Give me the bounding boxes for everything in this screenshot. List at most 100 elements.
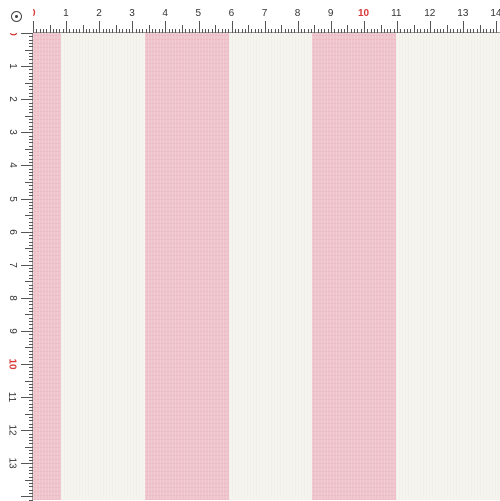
- left-ruler-label: 10: [7, 358, 17, 369]
- top-ruler-label: 8: [295, 9, 301, 19]
- ruler-tick: [460, 29, 461, 33]
- ruler-tick: [251, 29, 252, 33]
- ruler-tick: [21, 463, 33, 464]
- ruler-tick: [25, 314, 33, 315]
- ruler-tick: [185, 29, 186, 33]
- ruler-tick: [25, 414, 33, 415]
- ruler-tick: [146, 29, 147, 33]
- ruler-tick: [29, 202, 33, 203]
- ruler-tick: [29, 146, 33, 147]
- ruler-tick: [29, 324, 33, 325]
- ruler-tick: [29, 420, 33, 421]
- ruler-tick: [29, 43, 33, 44]
- ruler-tick: [29, 387, 33, 388]
- ruler-tick: [179, 29, 180, 33]
- ruler-tick: [218, 29, 219, 33]
- ruler-tick: [29, 493, 33, 494]
- ruler-tick: [29, 434, 33, 435]
- ruler-tick: [29, 377, 33, 378]
- ruler-tick: [29, 318, 33, 319]
- ruler-tick: [29, 245, 33, 246]
- ruler-tick: [450, 29, 451, 33]
- ruler-tick: [225, 29, 226, 33]
- ruler-tick: [29, 453, 33, 454]
- ruler-tick: [29, 172, 33, 173]
- ruler-tick: [189, 29, 190, 33]
- ruler-tick: [29, 129, 33, 130]
- ruler-tick: [496, 21, 497, 33]
- ruler-tick: [149, 25, 150, 33]
- ruler-tick: [377, 29, 378, 33]
- ruler-tick: [21, 496, 33, 497]
- top-ruler-label: 1: [63, 9, 69, 19]
- ruler-tick: [437, 29, 438, 33]
- ruler-tick: [29, 288, 33, 289]
- ruler-tick: [29, 126, 33, 127]
- ruler-tick: [29, 486, 33, 487]
- ruler-tick: [29, 255, 33, 256]
- ruler-tick: [414, 25, 415, 33]
- ruler-tick: [25, 83, 33, 84]
- ruler-tick: [152, 29, 153, 33]
- ruler-tick: [331, 21, 332, 33]
- ruler-tick: [29, 109, 33, 110]
- ruler-tick: [29, 400, 33, 401]
- ruler-tick: [36, 29, 37, 33]
- cream-stripe: [229, 33, 312, 500]
- left-ruler-label: 13: [7, 458, 17, 469]
- ruler-tick: [298, 21, 299, 33]
- ruler-tick: [29, 185, 33, 186]
- ruler-tick: [483, 29, 484, 33]
- ruler-tick: [29, 76, 33, 77]
- ruler-tick: [258, 29, 259, 33]
- left-ruler-label: 3: [7, 130, 17, 136]
- ruler-tick: [29, 390, 33, 391]
- ruler-tick: [29, 208, 33, 209]
- ruler-tick: [21, 430, 33, 431]
- ruler-tick: [341, 29, 342, 33]
- ruler-tick: [25, 480, 33, 481]
- ruler-tick: [324, 29, 325, 33]
- ruler-tick: [169, 29, 170, 33]
- ruler-tick: [21, 397, 33, 398]
- left-ruler-label: 6: [7, 229, 17, 235]
- ruler-tick: [165, 21, 166, 33]
- left-ruler-label: 4: [7, 163, 17, 169]
- ruler-tick: [351, 29, 352, 33]
- ruler-tick: [228, 29, 229, 33]
- ruler-tick: [25, 149, 33, 150]
- ruler-tick: [21, 298, 33, 299]
- ruler-tick: [29, 427, 33, 428]
- ruler-tick: [29, 205, 33, 206]
- ruler-tick: [424, 29, 425, 33]
- ruler-tick: [29, 268, 33, 269]
- ruler-tick: [155, 29, 156, 33]
- ruler-tick: [96, 29, 97, 33]
- ruler-tick: [384, 29, 385, 33]
- ruler-tick: [29, 470, 33, 471]
- ruler-tick: [29, 175, 33, 176]
- top-ruler-label: 13: [457, 9, 468, 19]
- ruler-tick: [63, 29, 64, 33]
- ruler-tick: [79, 29, 80, 33]
- ruler-tick: [328, 29, 329, 33]
- ruler-tick: [29, 69, 33, 70]
- ruler-tick: [175, 29, 176, 33]
- ruler-tick: [29, 228, 33, 229]
- ruler-tick: [25, 347, 33, 348]
- ruler-tick: [69, 29, 70, 33]
- ruler-tick: [374, 29, 375, 33]
- ruler-tick: [29, 351, 33, 352]
- ruler-tick: [29, 410, 33, 411]
- ruler-tick: [29, 473, 33, 474]
- ruler-tick: [357, 29, 358, 33]
- ruler-tick: [29, 169, 33, 170]
- ruler-tick: [53, 29, 54, 33]
- ruler-tick: [29, 136, 33, 137]
- ruler-tick: [400, 29, 401, 33]
- left-ruler-label: 1: [7, 63, 17, 69]
- ruler-tick: [235, 29, 236, 33]
- ruler-tick: [93, 29, 94, 33]
- ruler-tick: [86, 29, 87, 33]
- ruler-tick: [29, 258, 33, 259]
